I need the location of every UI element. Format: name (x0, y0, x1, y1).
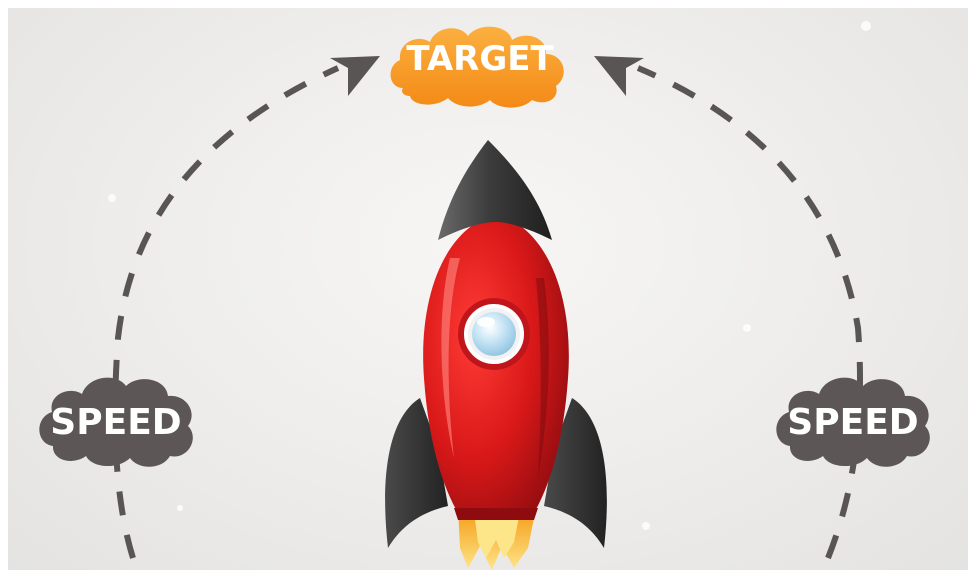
orbit-path-left (112, 65, 340, 559)
rocket-icon (385, 140, 607, 570)
illustration-svg: TARGET SPEED SPEED (39, 21, 930, 570)
target-badge: TARGET (390, 26, 564, 108)
rocket-porthole (458, 298, 530, 370)
speed-badge-left: SPEED (39, 377, 193, 467)
orbit-path-right (636, 65, 863, 560)
speed-badge-right: SPEED (776, 377, 930, 467)
arrow-up-right-icon (330, 56, 380, 96)
rocket-nozzle (454, 508, 538, 520)
image-frame: TARGET SPEED SPEED (0, 0, 973, 574)
speed-label-left: SPEED (50, 402, 181, 443)
speed-label-right: SPEED (787, 402, 918, 443)
target-label: TARGET (406, 39, 554, 79)
arrow-up-left-icon (594, 56, 644, 96)
illustration-canvas: TARGET SPEED SPEED (8, 8, 968, 570)
